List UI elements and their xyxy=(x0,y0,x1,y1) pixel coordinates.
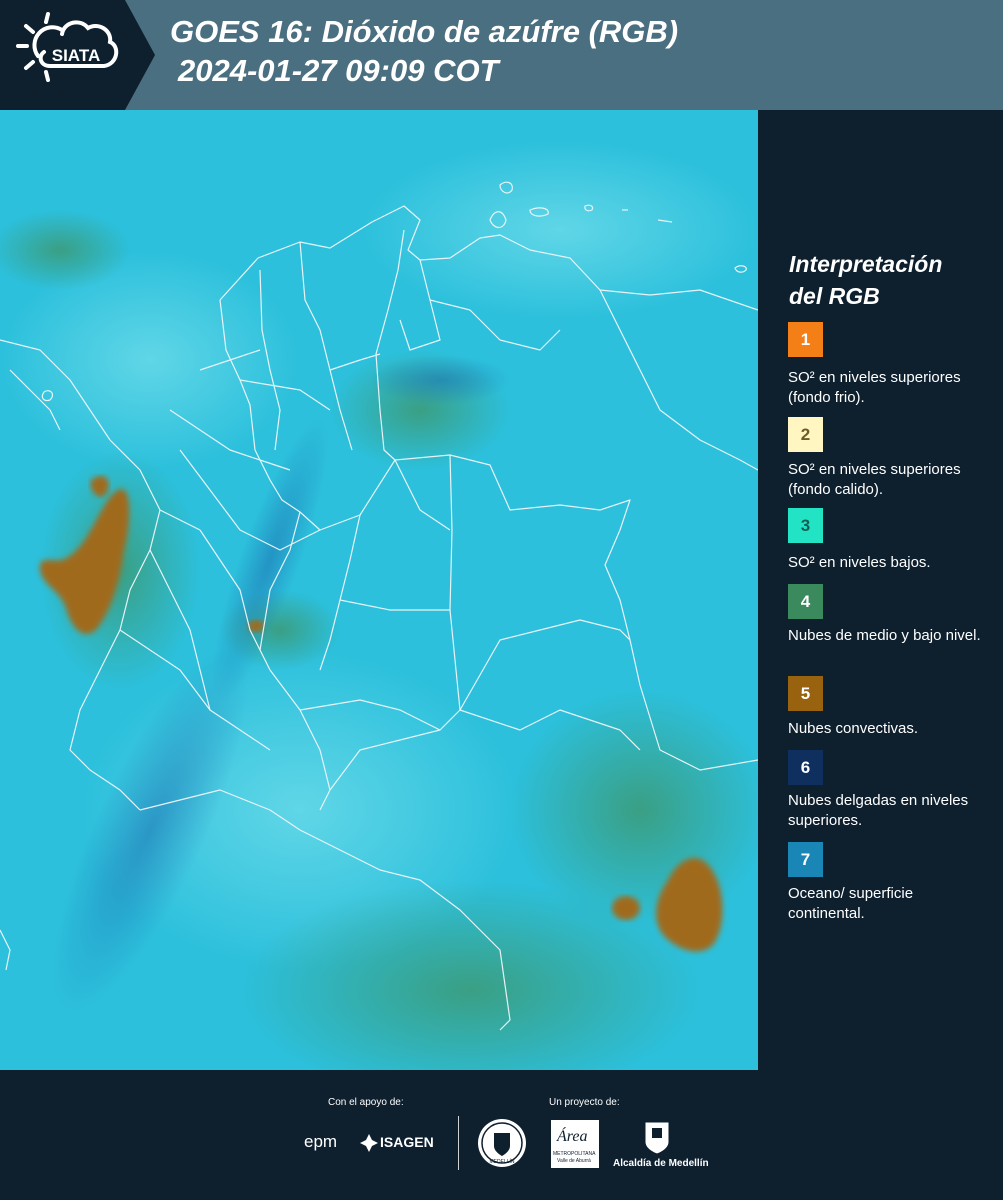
isagen-icon xyxy=(360,1134,378,1157)
legend-label-5: Nubes convectivas. xyxy=(788,720,919,737)
area-metropolitana-logo: Área METROPOLITANA Valle de Aburrá xyxy=(551,1120,599,1168)
legend-swatch-6: 6 xyxy=(788,750,823,785)
legend-swatch-3: 3 xyxy=(788,508,823,543)
legend-label-2: SO² en niveles superiores (fondo calido)… xyxy=(788,461,961,498)
legend-label-6: Nubes delgadas en niveles superiores. xyxy=(788,792,969,829)
legend-label-4: Nubes de medio y bajo nivel. xyxy=(788,627,981,644)
legend-swatch-5: 5 xyxy=(788,676,823,711)
svg-text:SIATA: SIATA xyxy=(52,46,100,65)
legend-panel: Interpretación del RGB 1 SO² en niveles … xyxy=(758,110,1003,1070)
svg-text:MEDELLÍN: MEDELLÍN xyxy=(489,1158,514,1165)
epm-logo: epm xyxy=(304,1132,338,1151)
legend-swatch-7: 7 xyxy=(788,842,823,877)
isagen-logo: ISAGEN xyxy=(380,1134,434,1150)
legend-label-1: SO² en niveles superiores (fondo frio). xyxy=(788,369,961,406)
legend-swatch-4: 4 xyxy=(788,584,823,619)
alcaldia-logo: Alcaldía de Medellín xyxy=(613,1158,709,1169)
page-timestamp: 2024-01-27 09:09 COT xyxy=(178,53,499,88)
legend-label-3: SO² en niveles bajos. xyxy=(788,554,931,571)
support-label: Con el apoyo de: xyxy=(328,1097,404,1108)
header-bar: SIATA GOES 16: Dióxido de azúfre (RGB) 2… xyxy=(0,0,1003,110)
satellite-map[interactable] xyxy=(0,110,770,1100)
siata-logo: SIATA xyxy=(0,0,155,110)
legend-swatch-2: 2 xyxy=(788,417,823,452)
footer-bar: Con el apoyo de: Un proyecto de: epm ISA… xyxy=(0,1070,1003,1200)
legend-title: Interpretación del RGB xyxy=(789,251,943,309)
legend-swatch-1: 1 xyxy=(788,322,823,357)
medellin-seal: MEDELLÍN xyxy=(477,1118,527,1173)
project-label: Un proyecto de: xyxy=(549,1097,620,1108)
footer-divider xyxy=(458,1116,459,1170)
legend-label-7: Oceano/ superficie continental. xyxy=(788,885,914,922)
page-title: GOES 16: Dióxido de azúfre (RGB) xyxy=(170,14,679,49)
alcaldia-shield-icon xyxy=(643,1120,671,1161)
